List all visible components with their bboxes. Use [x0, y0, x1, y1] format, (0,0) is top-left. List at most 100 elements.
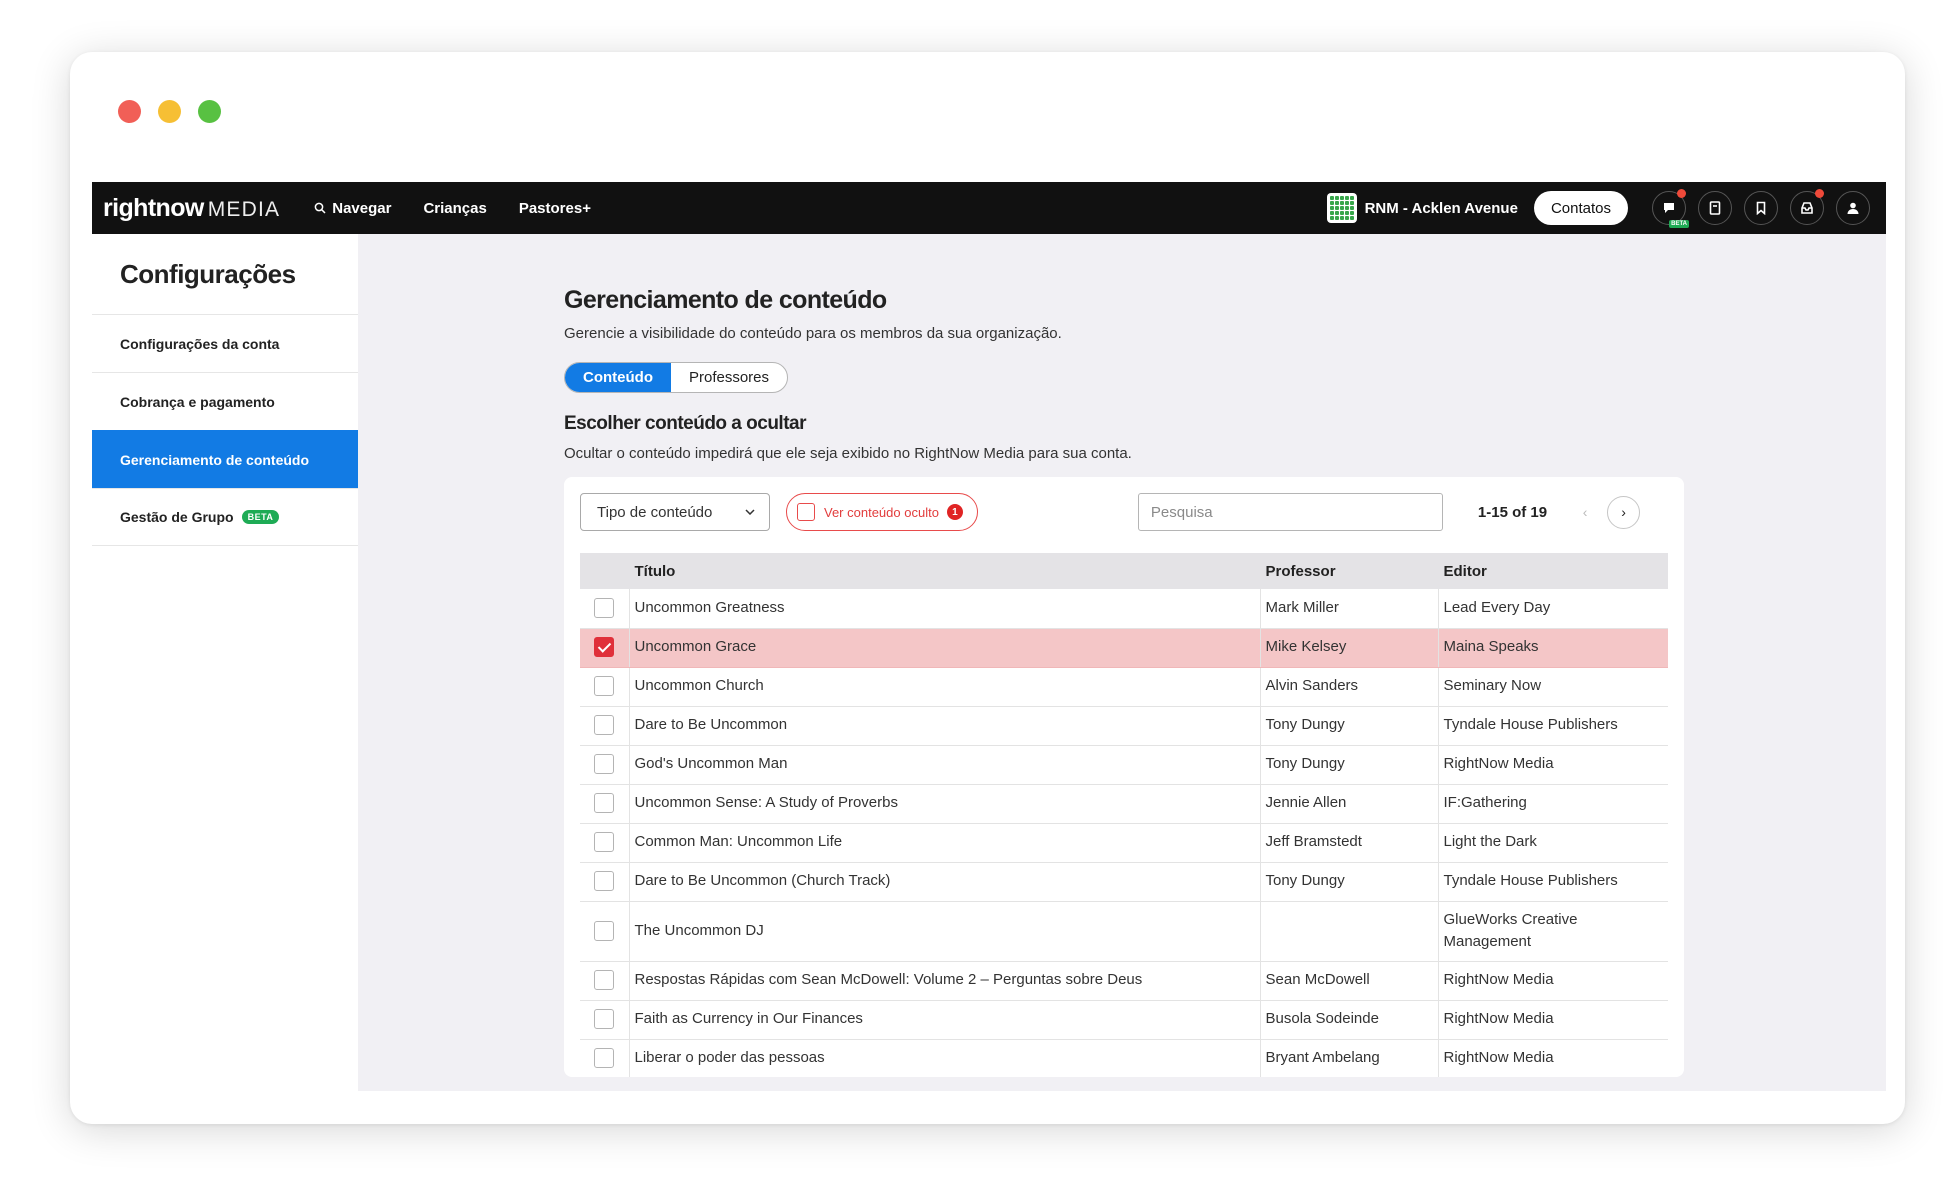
table-row[interactable]: Respostas Rápidas com Sean McDowell: Vol…: [580, 961, 1668, 1001]
page-title: Gerenciamento de conteúdo: [564, 286, 887, 314]
nav-kids[interactable]: Crianças: [423, 200, 486, 217]
cell-publisher: Lead Every Day: [1437, 589, 1668, 629]
row-checkbox[interactable]: [594, 793, 615, 814]
row-checkbox[interactable]: [594, 832, 615, 853]
tab-content[interactable]: Conteúdo: [565, 363, 671, 392]
page-description: Gerencie a visibilidade do conteúdo para…: [564, 325, 1062, 342]
search-input[interactable]: [1137, 493, 1443, 531]
organization-logo: [1326, 193, 1357, 223]
library-button[interactable]: [1698, 191, 1732, 225]
cell-publisher: RightNow Media: [1437, 745, 1668, 785]
maximize-window-button[interactable]: [198, 100, 221, 123]
sidebar-title: Configurações: [120, 259, 296, 289]
organization-name[interactable]: RNM - Acklen Avenue: [1365, 200, 1518, 217]
window-controls: [118, 100, 221, 123]
cell-title: Uncommon Sense: A Study of Proverbs: [629, 784, 1260, 824]
show-hidden-checkbox[interactable]: [797, 503, 815, 521]
content-tabs: Conteúdo Professores: [564, 362, 789, 393]
show-hidden-label: Ver conteúdo oculto: [824, 504, 939, 520]
nav-browse[interactable]: Navegar: [314, 200, 391, 217]
sidebar-item-label: Configurações da conta: [120, 335, 280, 352]
row-checkbox[interactable]: [594, 871, 615, 892]
cell-teacher: Tony Dungy: [1259, 745, 1438, 785]
brand-logo[interactable]: rightnow MEDIA: [103, 194, 280, 223]
cell-publisher: RightNow Media: [1437, 961, 1668, 1001]
header-checkbox-cell: [580, 553, 630, 589]
profile-button[interactable]: [1836, 191, 1870, 225]
row-checkbox[interactable]: [594, 676, 615, 697]
nav-pastors[interactable]: Pastores+: [519, 200, 591, 217]
content-type-select-value: Tipo de conteúdo: [597, 503, 713, 521]
book-icon: [1709, 201, 1721, 215]
column-header-title[interactable]: Título: [629, 553, 1260, 589]
section-title: Escolher conteúdo a ocultar: [564, 413, 807, 434]
cell-publisher: Tyndale House Publishers: [1437, 706, 1668, 746]
nav-kids-label: Crianças: [423, 199, 487, 217]
cell-title: Dare to Be Uncommon: [629, 706, 1260, 746]
cell-title: Liberar o poder das pessoas: [629, 1039, 1260, 1077]
row-checkbox[interactable]: [594, 920, 615, 941]
nav-pastors-label: Pastores+: [518, 199, 591, 217]
table-row[interactable]: Dare to Be Uncommon Tony Dungy Tyndale Hou…: [580, 706, 1668, 746]
cell-title: God's Uncommon Man: [629, 745, 1260, 785]
inbox-icon: [1801, 202, 1813, 214]
tab-teachers[interactable]: Professores: [671, 363, 787, 392]
notification-dot: [1677, 189, 1686, 198]
row-checkbox[interactable]: [594, 715, 615, 736]
chevron-down-icon: [745, 509, 755, 515]
column-header-teacher[interactable]: Professor: [1259, 553, 1438, 589]
table-row[interactable]: Uncommon Grace Mike Kelsey Maina Speaks: [580, 628, 1668, 668]
row-checkbox[interactable]: [594, 1048, 615, 1069]
table-row[interactable]: Dare to Be Uncommon (Church Track) Tony D…: [580, 862, 1668, 902]
table-row[interactable]: Liberar o poder das pessoas Bryant Ambela…: [580, 1039, 1668, 1077]
sidebar-item-billing[interactable]: Cobrança e pagamento: [92, 372, 358, 430]
show-hidden-content-toggle[interactable]: Ver conteúdo oculto 1: [786, 493, 978, 531]
main-content: Gerenciamento de conteúdo Gerencie a vis…: [564, 234, 1764, 1077]
sidebar-item-content-management[interactable]: Gerenciamento de conteúdo: [92, 430, 358, 488]
previous-page-button[interactable]: ‹: [1575, 504, 1595, 520]
cell-publisher: GlueWorks Creative Management: [1437, 901, 1668, 962]
table-row[interactable]: Uncommon Greatness Mark Miller Lead Every …: [580, 589, 1668, 629]
sidebar-item-label: Cobrança e pagamento: [120, 393, 275, 410]
cell-teacher: Bryant Ambelang: [1259, 1039, 1438, 1077]
notifications-button[interactable]: [1790, 189, 1824, 225]
sidebar-item-group-management[interactable]: Gestão de Grupo BETA: [92, 488, 358, 546]
cell-teacher: Tony Dungy: [1259, 706, 1438, 746]
saved-button[interactable]: [1744, 191, 1778, 225]
content-type-select[interactable]: Tipo de conteúdo: [580, 493, 770, 531]
table-row[interactable]: Faith as Currency in Our Finances Busola …: [580, 1000, 1668, 1040]
row-checkbox[interactable]: [594, 970, 615, 991]
cell-publisher: Maina Speaks: [1437, 628, 1668, 668]
close-window-button[interactable]: [118, 100, 141, 123]
table-row[interactable]: Uncommon Sense: A Study of Proverbs Jenni…: [580, 784, 1668, 824]
chat-button[interactable]: BETA: [1652, 189, 1689, 228]
content-card: Tipo de conteúdo Ver conteúdo oculto 1 1…: [564, 477, 1684, 1077]
cell-title: Uncommon Greatness: [629, 589, 1260, 629]
contacts-button[interactable]: Contatos: [1533, 191, 1628, 225]
hidden-count-badge: 1: [946, 504, 963, 520]
cell-title: Dare to Be Uncommon (Church Track): [629, 862, 1260, 902]
table-row[interactable]: God's Uncommon Man Tony Dungy RightNow Med…: [580, 745, 1668, 785]
table-row[interactable]: Common Man: Uncommon Life Jeff Bramstedt L…: [580, 823, 1668, 863]
cell-title: Common Man: Uncommon Life: [629, 823, 1260, 863]
table-row[interactable]: The Uncommon DJ GlueWorks Creative Manage…: [580, 901, 1668, 962]
minimize-window-button[interactable]: [158, 100, 181, 123]
row-checkbox[interactable]: [594, 637, 615, 658]
next-page-button[interactable]: ›: [1607, 495, 1641, 529]
row-checkbox[interactable]: [594, 598, 615, 619]
cell-teacher: Jennie Allen: [1259, 784, 1438, 824]
table-row[interactable]: Uncommon Church Alvin Sanders Seminary Now: [580, 667, 1668, 707]
cell-teacher: Mark Miller: [1259, 589, 1438, 629]
top-navbar: rightnow MEDIA Navegar Crianças Pastores…: [92, 182, 1886, 234]
cell-publisher: IF:Gathering: [1437, 784, 1668, 824]
sidebar-item-account-settings[interactable]: Configurações da conta: [92, 314, 358, 372]
row-checkbox[interactable]: [594, 1009, 615, 1030]
content-table: Título Professor Editor Uncommon Greatne…: [580, 553, 1668, 1077]
app-window: rightnow MEDIA Navegar Crianças Pastores…: [70, 52, 1905, 1124]
column-header-publisher[interactable]: Editor: [1437, 553, 1668, 589]
brand-name-bold: rightnow: [103, 193, 204, 222]
cell-teacher: Alvin Sanders: [1259, 667, 1438, 707]
row-checkbox[interactable]: [594, 754, 615, 775]
cell-title: Uncommon Church: [629, 667, 1260, 707]
cell-teacher: [1259, 901, 1438, 962]
